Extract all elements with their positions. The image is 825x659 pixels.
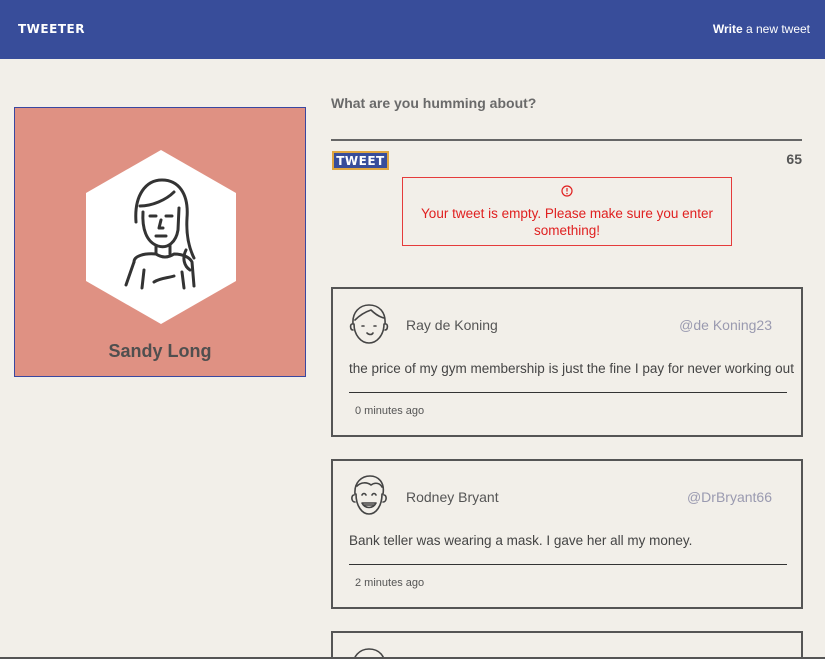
tweet-divider [349,564,787,565]
error-message-box: Your tweet is empty. Please make sure yo… [402,177,732,246]
tweet-button[interactable]: TWEET [332,151,389,170]
profile-card: Sandy Long [14,107,306,377]
alert-circle-icon [561,185,573,197]
tweet-author-handle[interactable]: @de Koning23 [679,317,772,333]
tweet-input[interactable] [331,115,802,141]
tweet-card: Rodney Bryant @DrBryant66 Bank teller wa… [331,459,803,609]
tweet-author-name[interactable]: Ray de Koning [406,317,498,333]
write-link-strong: Write [712,22,743,36]
tweet-divider [349,392,787,393]
tweet-text: the price of my gym membership is just t… [349,361,794,376]
tweet-timestamp: 0 minutes ago [355,405,425,417]
tweet-author-handle[interactable]: @DrBryant66 [687,489,772,505]
tweet-card: Ray de Koning @de Koning23 the price of … [331,287,803,437]
smiling-man-avatar-icon [351,475,387,515]
brand-logo[interactable]: TWEETER [18,22,85,36]
profile-avatar-icon [86,150,236,324]
profile-name: Sandy Long [108,341,212,361]
write-new-tweet-link[interactable]: Write a new tweet [713,22,810,36]
navbar: TWEETER Write a new tweet [0,0,825,59]
character-counter: 65 [786,151,802,167]
tweet-text: Bank teller was wearing a mask. I gave h… [349,533,693,548]
compose-label: What are you humming about? [331,95,537,111]
error-text: Your tweet is empty. Please make sure yo… [421,206,713,238]
tweet-card-partial [331,631,803,659]
tweet-timestamp: 2 minutes ago [355,577,425,589]
write-link-rest: a new tweet [742,22,810,36]
tweet-author-name[interactable]: Rodney Bryant [406,489,499,505]
boy-avatar-icon [349,304,389,344]
